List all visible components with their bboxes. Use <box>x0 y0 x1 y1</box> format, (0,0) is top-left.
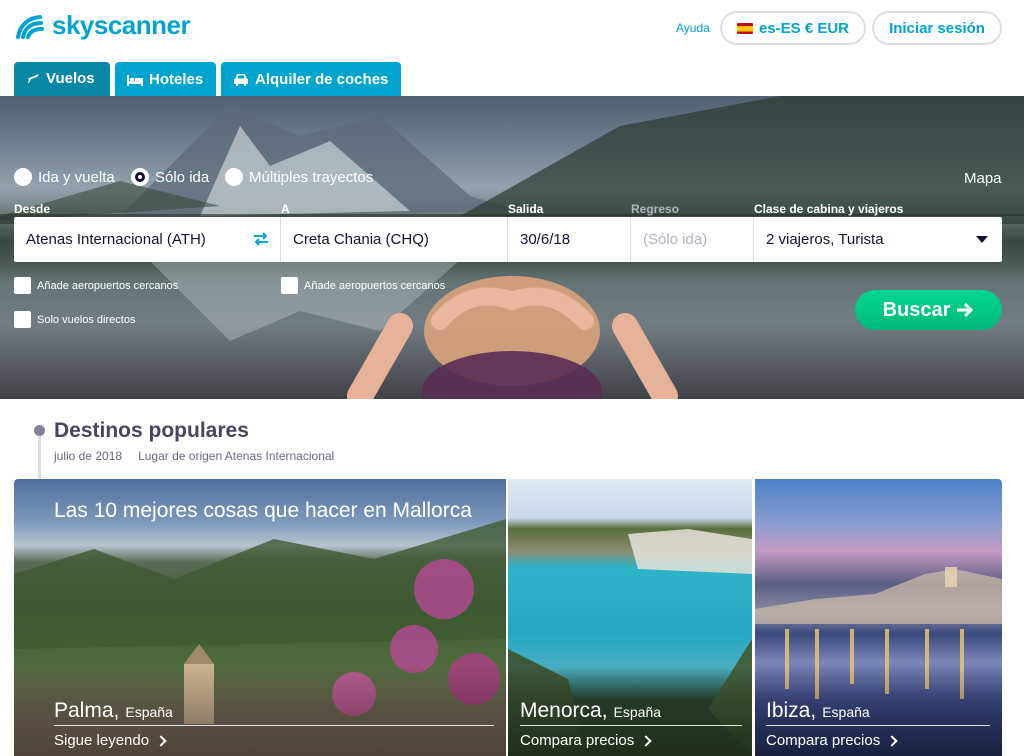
chevron-down-icon <box>976 236 988 243</box>
nearby-to-checkbox[interactable]: Añade aeropuertos cercanos <box>281 277 445 294</box>
cta-label: Compara precios <box>520 732 635 749</box>
search-bar: Atenas Internacional (ATH) Creta Chania … <box>14 217 1002 262</box>
from-field[interactable]: Atenas Internacional (ATH) <box>14 217 281 262</box>
return-date-field[interactable]: (Sólo ida) <box>631 217 754 262</box>
checkbox-icon <box>281 277 298 294</box>
checkbox-label: Solo vuelos directos <box>37 313 136 326</box>
radio-icon <box>14 168 32 186</box>
checkbox-icon <box>14 311 31 328</box>
read-more-link[interactable]: Sigue leyendo <box>54 732 167 749</box>
trip-type-multi-city[interactable]: Múltiples trayectos <box>225 168 373 186</box>
card-city: Menorca, España <box>520 699 661 723</box>
radio-icon <box>225 168 243 186</box>
compare-prices-link[interactable]: Compara precios <box>520 732 652 749</box>
destination-card-palma[interactable]: Las 10 mejores cosas que hacer en Mallor… <box>14 479 506 756</box>
nearby-from-checkbox[interactable]: Añade aeropuertos cercanos <box>14 277 178 294</box>
checkbox-label: Añade aeropuertos cercanos <box>304 279 446 292</box>
destination-card-menorca[interactable]: Menorca, España Compara precios <box>508 479 752 756</box>
login-button[interactable]: Iniciar sesión <box>872 11 1002 45</box>
site-header: skyscanner Ayuda es-ES € EUR Iniciar ses… <box>0 0 1024 62</box>
radio-checked-icon <box>131 168 149 186</box>
from-label: Desde <box>14 202 51 216</box>
tab-label: Alquiler de coches <box>255 71 389 88</box>
card-divider <box>54 725 494 726</box>
car-icon <box>234 74 248 86</box>
depart-date-field[interactable]: 30/6/18 <box>508 217 631 262</box>
locale-label: es-ES € EUR <box>758 19 850 37</box>
to-label: A <box>281 202 290 216</box>
tab-label: Vuelos <box>46 69 95 87</box>
card-divider <box>520 725 742 726</box>
brand-name: skyscanner <box>52 10 191 40</box>
chevron-right-icon <box>155 734 167 747</box>
depart-label: Salida <box>508 202 544 216</box>
city-name: Menorca, <box>520 699 608 722</box>
help-link[interactable]: Ayuda <box>676 21 710 35</box>
cta-label: Sigue leyendo <box>54 732 150 749</box>
tab-label: Hoteles <box>149 71 204 88</box>
search-hero: Ida y vuelta Sólo ida Múltiples trayecto… <box>0 96 1024 399</box>
section-subtitle: julio de 2018 Lugar de origen Atenas Int… <box>54 449 334 463</box>
trip-type-return[interactable]: Ida y vuelta <box>14 168 115 186</box>
tab-hotels[interactable]: Hoteles <box>115 62 216 97</box>
destination-card-ibiza[interactable]: Ibiza, España Compara precios <box>755 479 1002 756</box>
city-name: Ibiza, <box>766 699 817 722</box>
compare-prices-link[interactable]: Compara precios <box>766 732 898 749</box>
spain-flag-icon <box>736 22 753 34</box>
city-name: Palma, <box>54 699 120 722</box>
article-headline: Las 10 mejores cosas que hacer en Mallor… <box>54 499 472 522</box>
radio-label: Ida y vuelta <box>38 168 115 186</box>
direct-flights-checkbox[interactable]: Solo vuelos directos <box>14 311 135 328</box>
origin-label: Lugar de origen Atenas Internacional <box>138 449 335 463</box>
sunrise-logo-icon <box>16 14 44 39</box>
skyscanner-logo[interactable]: skyscanner <box>14 10 191 41</box>
arrow-right-icon <box>957 302 974 318</box>
card-city: Palma, España <box>54 699 173 723</box>
return-label: Regreso <box>631 202 680 216</box>
radio-label: Múltiples trayectos <box>249 168 374 186</box>
cabin-travellers-select[interactable]: 2 viajeros, Turista <box>754 217 1002 262</box>
checkbox-label: Añade aeropuertos cercanos <box>37 279 179 292</box>
to-field[interactable]: Creta Chania (CHQ) <box>281 217 508 262</box>
card-city: Ibiza, España <box>766 699 870 723</box>
timeline-dot <box>34 425 45 436</box>
country-name: España <box>822 704 870 720</box>
country-name: España <box>125 704 173 720</box>
country-name: España <box>613 704 662 720</box>
cabin-label: Clase de cabina y viajeros <box>754 202 904 216</box>
month-label: julio de 2018 <box>54 449 123 463</box>
search-button-label: Buscar <box>882 298 951 321</box>
map-link[interactable]: Mapa <box>964 170 1002 187</box>
search-button[interactable]: Buscar <box>855 290 1002 330</box>
section-title: Destinos populares <box>54 419 249 442</box>
chevron-right-icon <box>886 734 898 747</box>
tab-flights[interactable]: Vuelos <box>14 62 110 97</box>
trip-type-one-way[interactable]: Sólo ida <box>131 168 209 186</box>
bed-icon <box>127 74 143 86</box>
chevron-right-icon <box>640 734 652 747</box>
tab-car-hire[interactable]: Alquiler de coches <box>221 62 401 97</box>
locale-currency-button[interactable]: es-ES € EUR <box>720 11 866 45</box>
checkbox-icon <box>14 277 31 294</box>
card-divider <box>766 725 990 726</box>
cta-label: Compara precios <box>766 732 881 749</box>
radio-label: Sólo ida <box>155 168 210 186</box>
plane-icon <box>27 74 39 83</box>
swap-arrows-icon[interactable] <box>252 231 270 247</box>
cabin-value: 2 viajeros, Turista <box>766 231 884 248</box>
